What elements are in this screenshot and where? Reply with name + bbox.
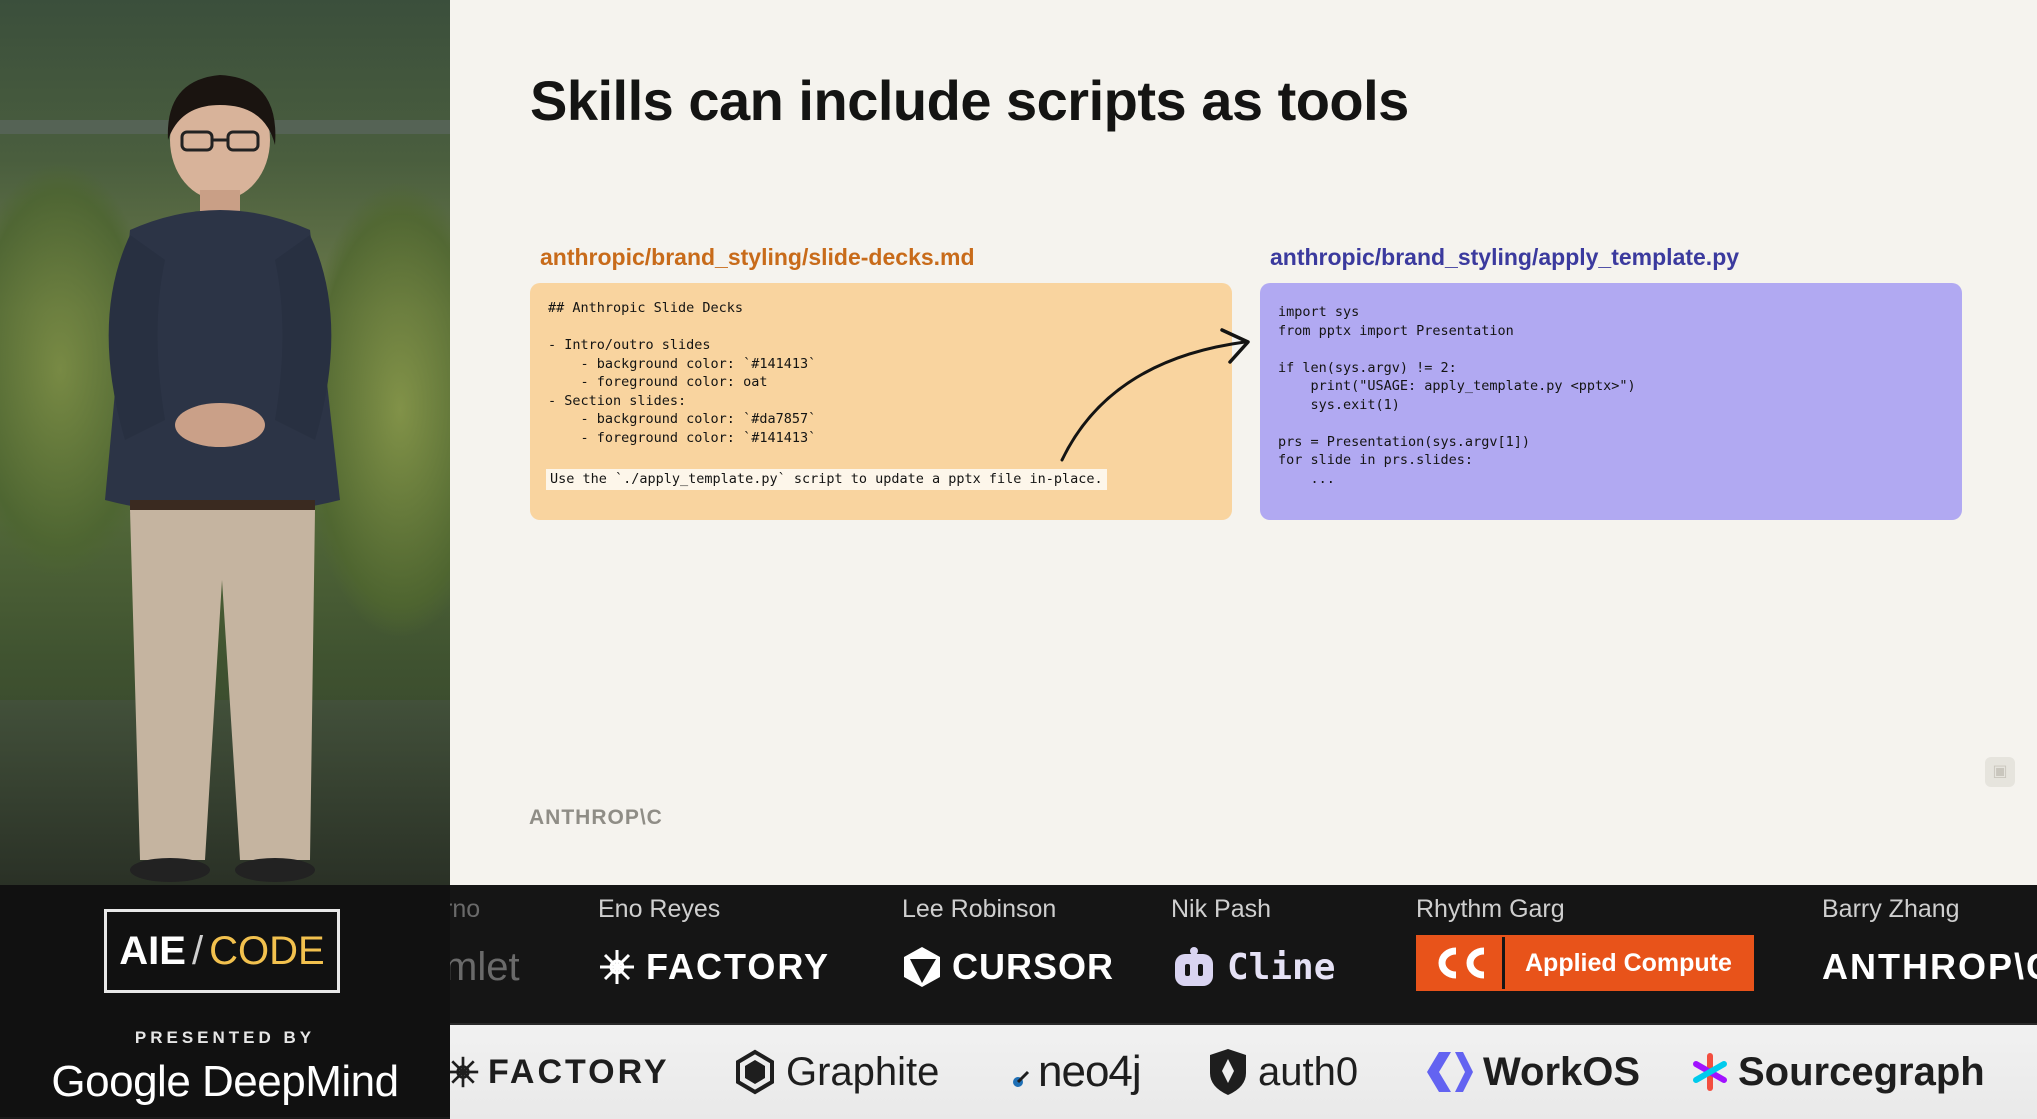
highlighted-instruction: Use the `./apply_template.py` script to … xyxy=(546,469,1107,490)
code-line: from pptx import Presentation xyxy=(1278,322,1514,339)
code-line: print("USAGE: apply_template.py <pptx>") xyxy=(1278,378,1636,394)
presentation-slide: Skills can include scripts as tools anth… xyxy=(450,0,2037,885)
py-code-block: import sys from pptx import Presentation… xyxy=(1260,283,1962,520)
code-line: for slide in prs.slides: xyxy=(1278,452,1474,468)
anthropic-logo: ANTHROP\C xyxy=(529,806,663,829)
code-line: prs = Presentation(sys.argv[1]) xyxy=(1278,433,1530,450)
speaker-company: CURSOR xyxy=(902,945,1114,989)
speaker-company: FACTORY xyxy=(598,945,830,989)
event-brand-panel: AIE / CODE PRESENTED BY Google DeepMind xyxy=(0,885,450,1117)
speaker-name: Barry Zhang xyxy=(1822,895,1960,923)
code-line: ... xyxy=(1278,470,1335,487)
company-name: Applied Compute xyxy=(1502,937,1752,989)
speaker-name: Eno Reyes xyxy=(598,895,721,923)
sponsor-strip: FACTORY Graphite neo4j auth0 WorkOS Sour… xyxy=(450,1023,2037,1119)
py-file-label: anthropic/brand_styling/apply_template.p… xyxy=(1270,244,1740,270)
sponsor-name: FACTORY xyxy=(488,1052,670,1091)
speaker-name: Nik Pash xyxy=(1171,895,1272,923)
presenter-logo: Google DeepMind xyxy=(51,1057,399,1106)
speaker-figure xyxy=(105,75,340,882)
code-line: if len(sys.argv) != 2: xyxy=(1278,359,1457,376)
sponsor-logo: Graphite xyxy=(732,1045,939,1099)
company-name: Cline xyxy=(1227,946,1336,988)
sponsor-logo: auth0 xyxy=(1206,1045,1358,1099)
sponsor-logo: neo4j xyxy=(1010,1045,1142,1099)
sponsor-logo: Sourcegraph xyxy=(1690,1045,1985,1099)
slide-title: Skills can include scripts as tools xyxy=(530,69,1409,132)
factory-icon xyxy=(598,948,636,986)
badge-main: AIE xyxy=(119,928,186,973)
cline-icon xyxy=(1171,944,1217,990)
speaker-name: rno xyxy=(450,895,481,923)
factory-icon xyxy=(450,1055,480,1089)
speaker-company: Applied Compute xyxy=(1416,935,1754,991)
sponsor-name: auth0 xyxy=(1258,1049,1359,1094)
presented-by-label: PRESENTED BY xyxy=(134,1028,316,1047)
code-line: sys.exit(1) xyxy=(1278,396,1400,413)
applied-compute-icon xyxy=(1418,937,1502,989)
workos-icon xyxy=(1425,1050,1475,1094)
company-name: ANTHROP\C xyxy=(1822,946,2037,987)
sponsor-name: Graphite xyxy=(786,1049,940,1094)
speakers-ticker: rno mlet Eno Reyes FACTORY Lee Robinson … xyxy=(450,885,2037,1023)
sponsor-name: WorkOS xyxy=(1483,1049,1641,1094)
slide-corner-icon: ▣ xyxy=(1985,757,2015,787)
speaker-company: Cline xyxy=(1171,945,1335,989)
sponsor-logo: WorkOS xyxy=(1425,1045,1640,1099)
cursor-icon xyxy=(902,945,942,989)
badge-sub: CODE xyxy=(209,928,325,973)
md-file-label: anthropic/brand_styling/slide-decks.md xyxy=(540,244,975,270)
company-name: FACTORY xyxy=(646,946,831,987)
speaker-company: mlet xyxy=(450,945,520,989)
sponsor-name: Sourcegraph xyxy=(1738,1049,1985,1094)
sponsor-name: neo4j xyxy=(1038,1047,1142,1096)
curved-arrow-icon xyxy=(1060,328,1250,462)
neo4j-icon xyxy=(1010,1052,1030,1092)
speaker-company: ANTHROP\C xyxy=(1822,945,2037,989)
sourcegraph-icon xyxy=(1690,1052,1730,1092)
company-name: CURSOR xyxy=(952,946,1115,987)
speaker-video xyxy=(0,0,450,885)
speaker-name: Rhythm Garg xyxy=(1416,895,1565,923)
company-name: mlet xyxy=(450,944,520,989)
badge-slash: / xyxy=(191,928,204,973)
event-lower-third: AIE / CODE PRESENTED BY Google DeepMind … xyxy=(0,885,2037,1119)
code-line: import sys xyxy=(1278,304,1360,320)
speaker-name: Lee Robinson xyxy=(902,895,1057,923)
sponsor-logo: FACTORY xyxy=(450,1045,670,1099)
auth0-icon xyxy=(1206,1047,1250,1097)
aie-code-badge: AIE / CODE xyxy=(104,909,340,993)
code-line: ## Anthropic Slide Decks xyxy=(548,300,744,316)
graphite-icon xyxy=(732,1049,778,1095)
applied-compute-logo: Applied Compute xyxy=(1416,935,1754,991)
